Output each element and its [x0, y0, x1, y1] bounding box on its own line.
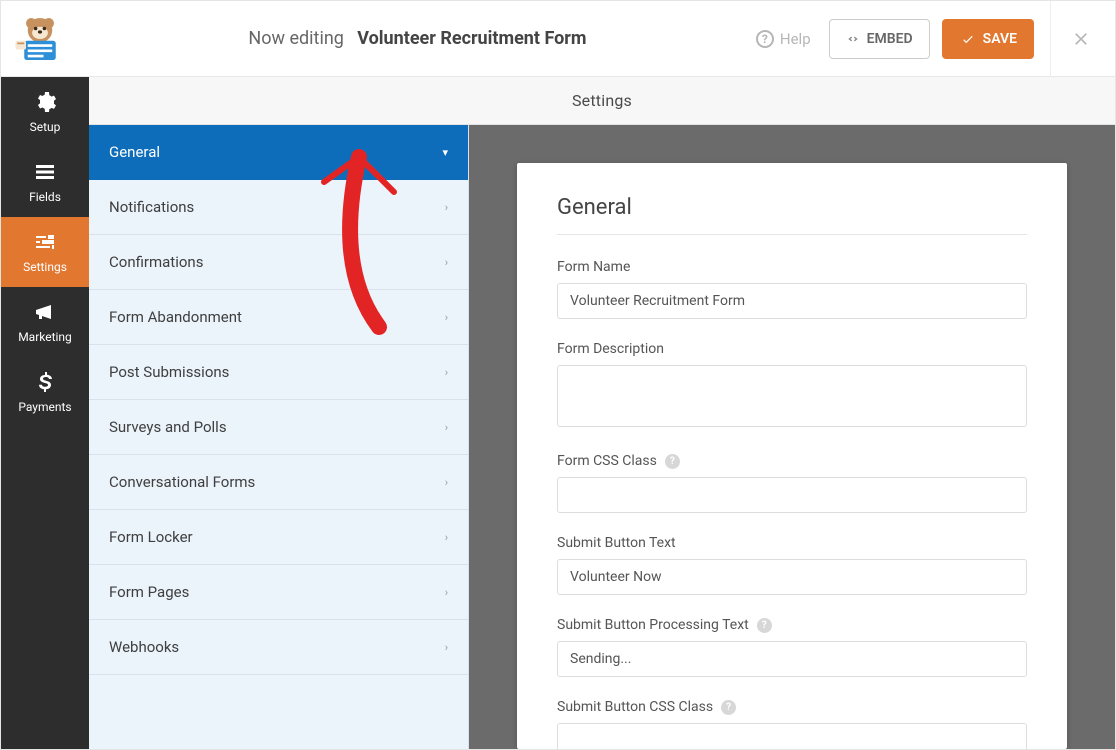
rail-item-setup[interactable]: Setup [1, 77, 89, 147]
sidebar-item-surveys[interactable]: Surveys and Polls › [89, 400, 468, 455]
megaphone-icon [33, 300, 57, 324]
rail-label: Fields [29, 190, 61, 204]
chevron-right-icon: › [445, 366, 448, 379]
app-logo [11, 10, 69, 68]
editing-prefix: Now editing [248, 28, 343, 49]
field-form-name: Form Name [557, 259, 1027, 319]
hint-icon[interactable]: ? [757, 618, 772, 633]
sidebar-item-label: Notifications [109, 198, 194, 216]
hint-icon[interactable]: ? [721, 700, 736, 715]
rail-item-marketing[interactable]: Marketing [1, 287, 89, 357]
sidebar-item-form-pages[interactable]: Form Pages › [89, 565, 468, 620]
settings-sidebar: General ▾ Notifications › Confirmations … [89, 125, 469, 749]
chevron-right-icon: › [445, 531, 448, 544]
chevron-down-icon: ▾ [442, 146, 448, 159]
chevron-right-icon: › [445, 311, 448, 324]
sidebar-item-notifications[interactable]: Notifications › [89, 180, 468, 235]
page-title: Now editing Volunteer Recruitment Form [79, 28, 756, 49]
sidebar-item-label: Confirmations [109, 253, 203, 271]
input-form-name[interactable] [557, 283, 1027, 319]
close-icon [1071, 29, 1091, 49]
label-form-name: Form Name [557, 259, 1027, 275]
chevron-right-icon: › [445, 476, 448, 489]
rail-label: Payments [18, 400, 71, 414]
code-icon [846, 32, 860, 46]
sidebar-item-label: Post Submissions [109, 363, 229, 381]
input-submit-css-class[interactable] [557, 723, 1027, 749]
field-form-description: Form Description [557, 341, 1027, 431]
sidebar-item-general[interactable]: General ▾ [89, 125, 468, 180]
settings-panel: General Form Name Form Description Form … [517, 163, 1067, 749]
embed-button[interactable]: EMBED [829, 19, 930, 59]
sidebar-item-form-locker[interactable]: Form Locker › [89, 510, 468, 565]
panel-heading: General [557, 195, 1027, 235]
list-icon [33, 160, 57, 184]
input-form-css-class[interactable] [557, 477, 1027, 513]
sidebar-item-label: Conversational Forms [109, 473, 255, 491]
chevron-right-icon: › [445, 201, 448, 214]
input-submit-text[interactable] [557, 559, 1027, 595]
chevron-right-icon: › [445, 641, 448, 654]
label-submit-text: Submit Button Text [557, 535, 1027, 551]
rail-item-settings[interactable]: Settings [1, 217, 89, 287]
sidebar-item-confirmations[interactable]: Confirmations › [89, 235, 468, 290]
dollar-icon [33, 370, 57, 394]
sidebar-item-label: Surveys and Polls [109, 418, 227, 436]
chevron-right-icon: › [445, 421, 448, 434]
save-label: SAVE [983, 31, 1017, 47]
sidebar-item-form-abandonment[interactable]: Form Abandonment › [89, 290, 468, 345]
sliders-icon [33, 230, 57, 254]
field-submit-processing: Submit Button Processing Text ? [557, 617, 1027, 677]
rail-label: Setup [30, 120, 61, 134]
chevron-right-icon: › [445, 256, 448, 269]
sidebar-item-webhooks[interactable]: Webhooks › [89, 620, 468, 675]
help-icon: ? [756, 30, 774, 48]
sidebar-item-post-submissions[interactable]: Post Submissions › [89, 345, 468, 400]
embed-label: EMBED [867, 31, 913, 47]
page-header: Settings [89, 77, 1115, 125]
gear-icon [33, 90, 57, 114]
label-submit-css-class: Submit Button CSS Class ? [557, 699, 1027, 715]
nav-rail: Setup Fields Settings Marketing Payments [1, 77, 89, 749]
field-form-css-class: Form CSS Class ? [557, 453, 1027, 513]
rail-label: Settings [23, 260, 67, 274]
label-form-css-class: Form CSS Class ? [557, 453, 1027, 469]
check-icon [961, 32, 975, 46]
input-submit-processing[interactable] [557, 641, 1027, 677]
label-form-description: Form Description [557, 341, 1027, 357]
rail-item-fields[interactable]: Fields [1, 147, 89, 217]
help-label: Help [780, 30, 811, 48]
top-bar: Now editing Volunteer Recruitment Form ?… [1, 1, 1115, 77]
rail-item-payments[interactable]: Payments [1, 357, 89, 427]
chevron-right-icon: › [445, 586, 448, 599]
sidebar-item-label: General [109, 143, 160, 161]
save-button[interactable]: SAVE [942, 19, 1034, 59]
label-submit-processing: Submit Button Processing Text ? [557, 617, 1027, 633]
sidebar-item-label: Form Abandonment [109, 308, 242, 326]
textarea-form-description[interactable] [557, 365, 1027, 427]
field-submit-text: Submit Button Text [557, 535, 1027, 595]
form-title: Volunteer Recruitment Form [357, 28, 586, 49]
rail-label: Marketing [18, 330, 72, 344]
field-submit-css-class: Submit Button CSS Class ? [557, 699, 1027, 749]
hint-icon[interactable]: ? [665, 454, 680, 469]
sidebar-item-conversational[interactable]: Conversational Forms › [89, 455, 468, 510]
sidebar-item-label: Form Pages [109, 583, 189, 601]
sidebar-item-label: Form Locker [109, 528, 193, 546]
close-button[interactable] [1050, 1, 1097, 77]
help-link[interactable]: ? Help [756, 30, 811, 48]
sidebar-item-label: Webhooks [109, 638, 179, 656]
